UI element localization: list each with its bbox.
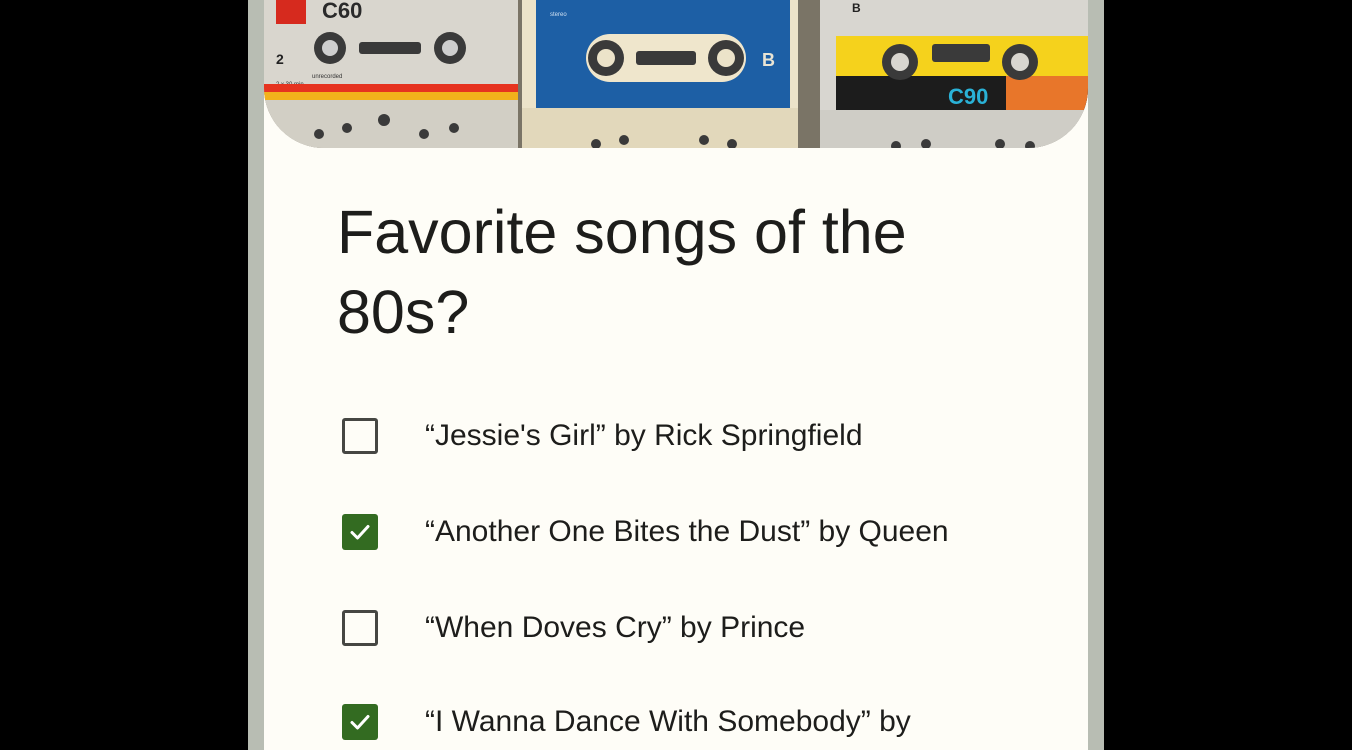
checkmark-icon — [350, 715, 370, 730]
header-image-cassettes: C60 2 unrecorded 2 x 30 min — [264, 0, 1088, 148]
svg-text:2: 2 — [276, 51, 284, 67]
option-label: “I Wanna Dance With Somebody” by — [425, 705, 911, 738]
svg-text:unrecorded: unrecorded — [312, 74, 342, 80]
phone-frame: C60 2 unrecorded 2 x 30 min — [248, 0, 1104, 750]
svg-text:C60: C60 — [322, 0, 362, 23]
checkbox[interactable] — [342, 418, 378, 454]
option-label: “Jessie's Girl” by Rick Springfield — [425, 419, 863, 452]
option-jessies-girl[interactable]: “Jessie's Girl” by Rick Springfield — [342, 416, 1042, 456]
cassette-tape-1: C60 2 unrecorded 2 x 30 min — [264, 0, 518, 148]
cassette-tape-3: B C90 — [820, 0, 1088, 148]
form-title: Favorite songs of the 80s? — [337, 198, 907, 346]
checkbox[interactable] — [342, 610, 378, 646]
option-i-wanna-dance-with-somebody[interactable]: “I Wanna Dance With Somebody” by — [342, 702, 1042, 742]
svg-text:B: B — [852, 1, 861, 15]
checkbox[interactable] — [342, 704, 378, 740]
option-label: “Another One Bites the Dust” by Queen — [425, 515, 949, 548]
option-label: “When Doves Cry” by Prince — [425, 611, 806, 644]
checkbox[interactable] — [342, 514, 378, 550]
cassette-tape-2: stereo B — [522, 0, 798, 148]
option-when-doves-cry[interactable]: “When Doves Cry” by Prince — [342, 608, 1042, 648]
svg-text:B: B — [762, 50, 775, 70]
form-card: C60 2 unrecorded 2 x 30 min — [264, 0, 1088, 750]
option-another-one-bites-the-dust[interactable]: “Another One Bites the Dust” by Queen — [342, 512, 1042, 552]
svg-text:stereo: stereo — [550, 12, 567, 18]
checkmark-icon — [350, 525, 370, 540]
svg-text:C90: C90 — [948, 84, 988, 109]
